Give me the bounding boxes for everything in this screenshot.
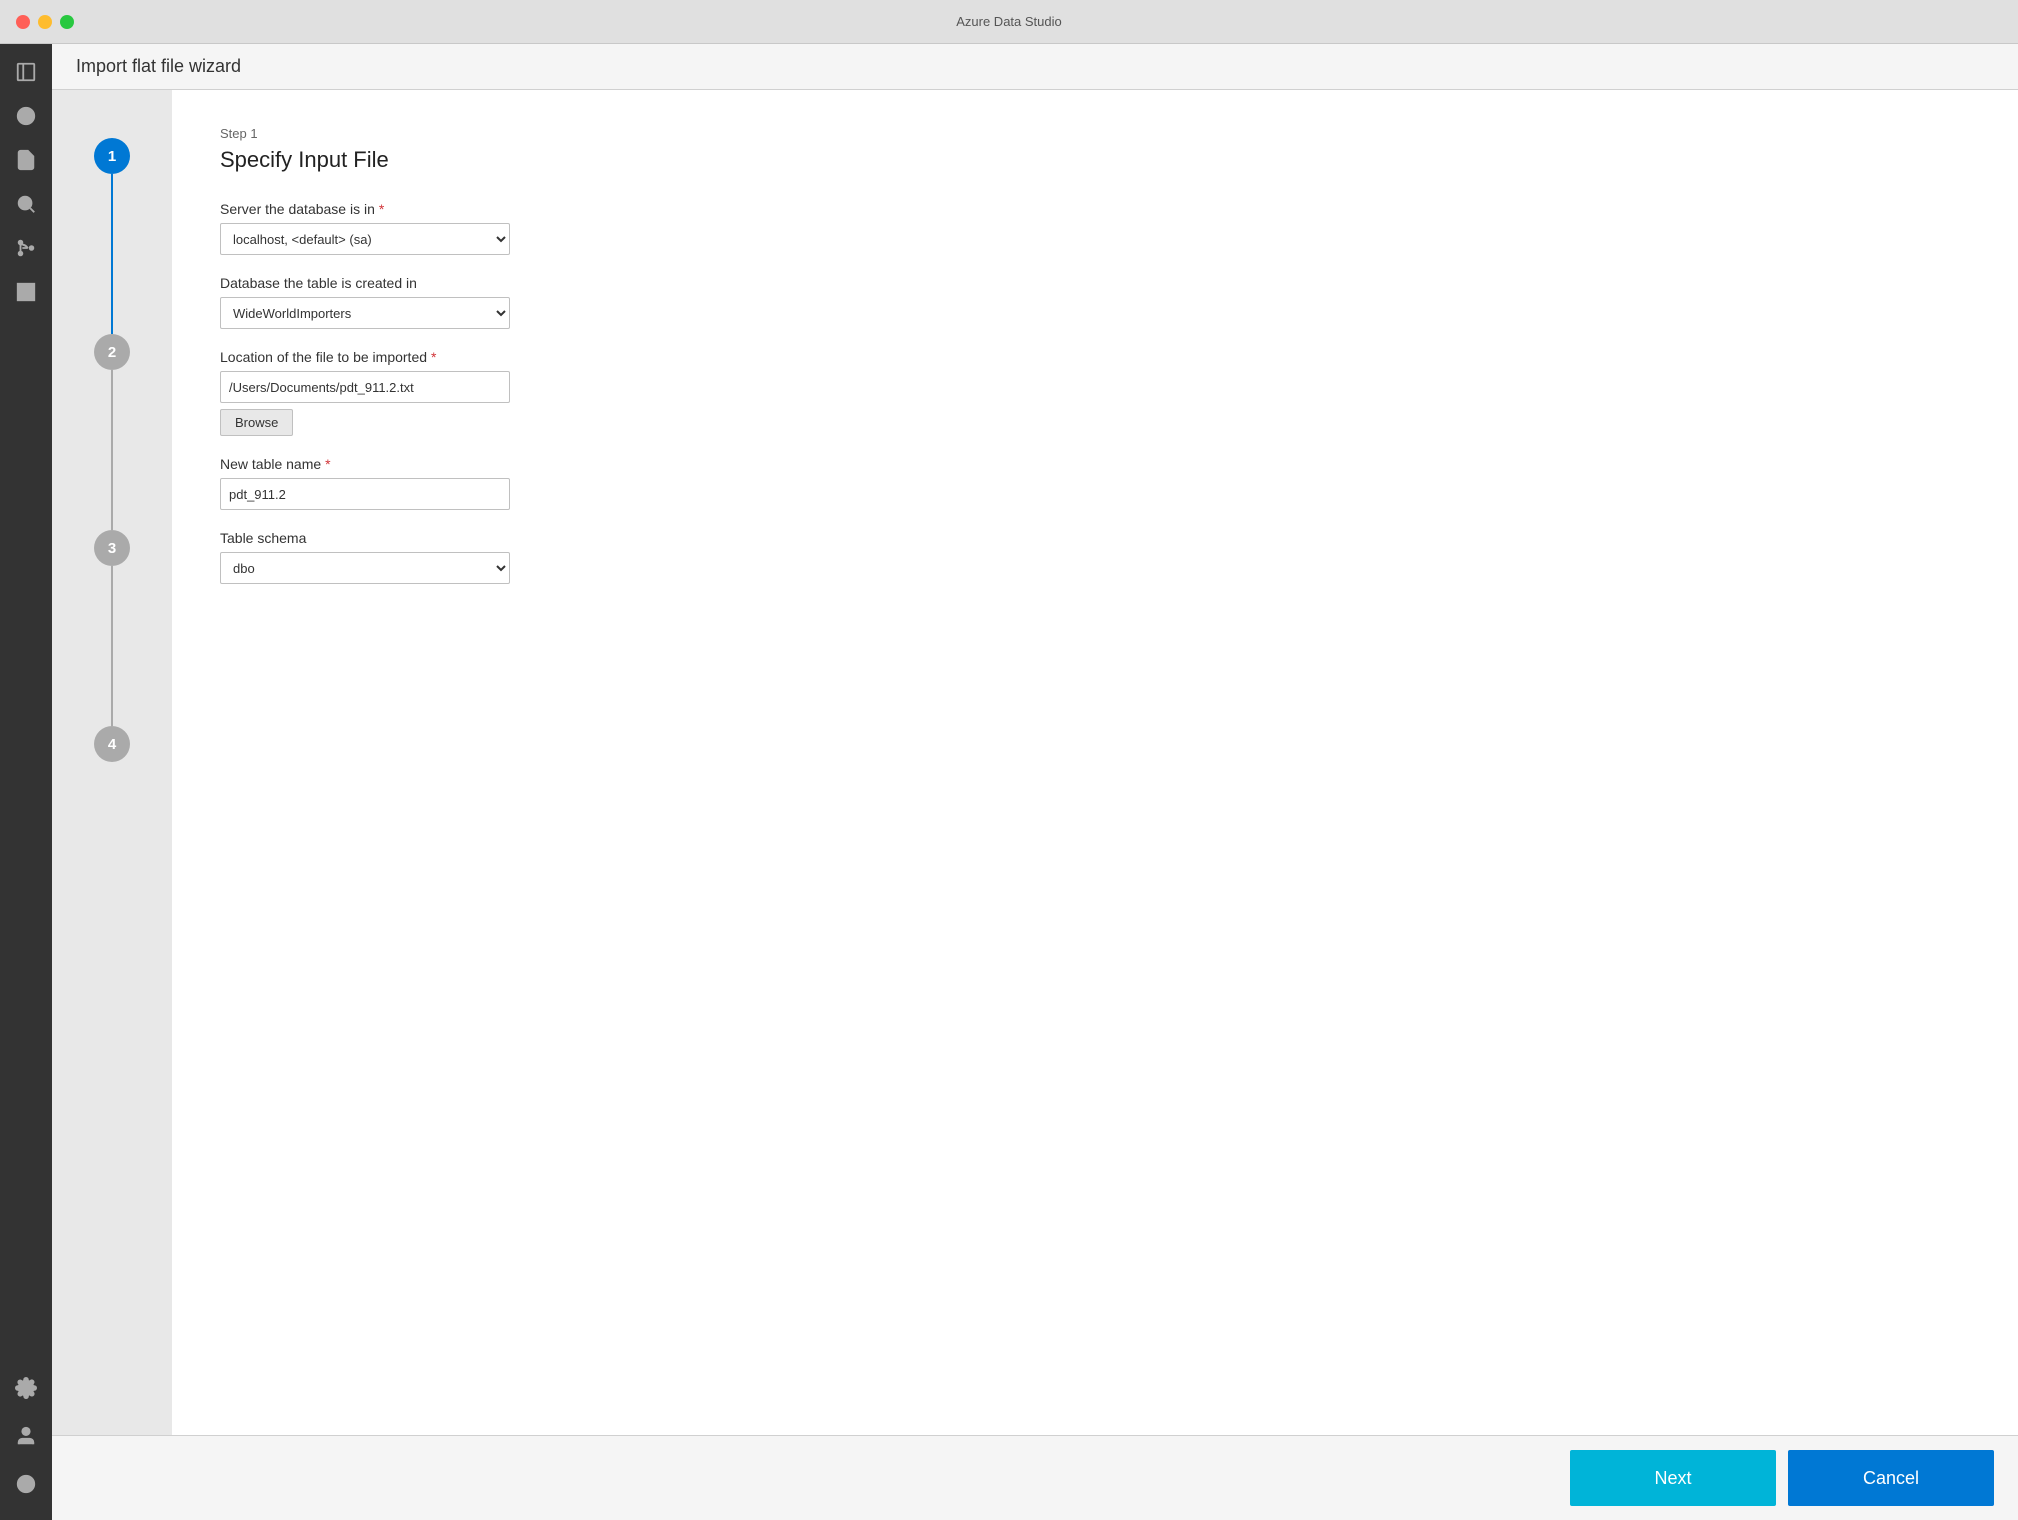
server-label: Server the database is in * bbox=[220, 201, 1970, 217]
sidebar-item-extensions[interactable] bbox=[6, 272, 46, 312]
schema-select[interactable]: dbo bbox=[220, 552, 510, 584]
sidebar-item-account[interactable] bbox=[6, 1416, 46, 1456]
schema-label: Table schema bbox=[220, 530, 1970, 546]
step-4: 4 bbox=[94, 726, 130, 762]
new-table-required: * bbox=[325, 456, 330, 472]
sidebar-item-explorer[interactable] bbox=[6, 52, 46, 92]
stepper: 1 2 3 4 bbox=[52, 90, 172, 1435]
database-group: Database the table is created in WideWor… bbox=[220, 275, 1970, 329]
step-2: 2 bbox=[94, 334, 130, 530]
sidebar-item-search[interactable] bbox=[6, 184, 46, 224]
server-select[interactable]: localhost, <default> (sa) bbox=[220, 223, 510, 255]
location-required: * bbox=[431, 349, 436, 365]
step-2-circle: 2 bbox=[94, 334, 130, 370]
database-select[interactable]: WideWorldImporters bbox=[220, 297, 510, 329]
app-body: Import flat file wizard 1 2 bbox=[0, 44, 2018, 1520]
step-4-circle: 4 bbox=[94, 726, 130, 762]
page-title: Import flat file wizard bbox=[76, 56, 241, 76]
location-group: Location of the file to be imported * Br… bbox=[220, 349, 1970, 436]
sidebar-item-errors[interactable] bbox=[6, 1464, 46, 1504]
main-area: Import flat file wizard 1 2 bbox=[52, 44, 2018, 1520]
step-label: Step 1 bbox=[220, 126, 1970, 141]
step-3: 3 bbox=[94, 530, 130, 726]
footer: Next Cancel bbox=[52, 1435, 2018, 1520]
window-title: Azure Data Studio bbox=[956, 14, 1062, 29]
close-button[interactable] bbox=[16, 15, 30, 29]
title-bar: Azure Data Studio bbox=[0, 0, 2018, 44]
step-3-connector bbox=[111, 566, 113, 726]
server-required: * bbox=[379, 201, 384, 217]
step-3-circle: 3 bbox=[94, 530, 130, 566]
sidebar-item-history[interactable] bbox=[6, 96, 46, 136]
database-label: Database the table is created in bbox=[220, 275, 1970, 291]
location-input[interactable] bbox=[220, 371, 510, 403]
sidebar bbox=[0, 44, 52, 1520]
window-controls bbox=[16, 15, 74, 29]
step-1-circle: 1 bbox=[94, 138, 130, 174]
form-area: Step 1 Specify Input File Server the dat… bbox=[172, 90, 2018, 1435]
step-2-connector bbox=[111, 370, 113, 530]
new-table-group: New table name * bbox=[220, 456, 1970, 510]
next-button[interactable]: Next bbox=[1570, 1450, 1776, 1506]
new-table-input[interactable] bbox=[220, 478, 510, 510]
step-title: Specify Input File bbox=[220, 147, 1970, 173]
new-table-label: New table name * bbox=[220, 456, 1970, 472]
step-1: 1 bbox=[94, 138, 130, 334]
schema-group: Table schema dbo bbox=[220, 530, 1970, 584]
sidebar-item-files[interactable] bbox=[6, 140, 46, 180]
step-1-connector bbox=[111, 174, 113, 334]
sidebar-item-git[interactable] bbox=[6, 228, 46, 268]
content-wrapper: 1 2 3 4 bbox=[52, 90, 2018, 1435]
browse-button[interactable]: Browse bbox=[220, 409, 293, 436]
location-label: Location of the file to be imported * bbox=[220, 349, 1970, 365]
sidebar-bottom bbox=[6, 1368, 46, 1520]
minimize-button[interactable] bbox=[38, 15, 52, 29]
header: Import flat file wizard bbox=[52, 44, 2018, 90]
server-group: Server the database is in * localhost, <… bbox=[220, 201, 1970, 255]
maximize-button[interactable] bbox=[60, 15, 74, 29]
sidebar-item-settings[interactable] bbox=[6, 1368, 46, 1408]
cancel-button[interactable]: Cancel bbox=[1788, 1450, 1994, 1506]
